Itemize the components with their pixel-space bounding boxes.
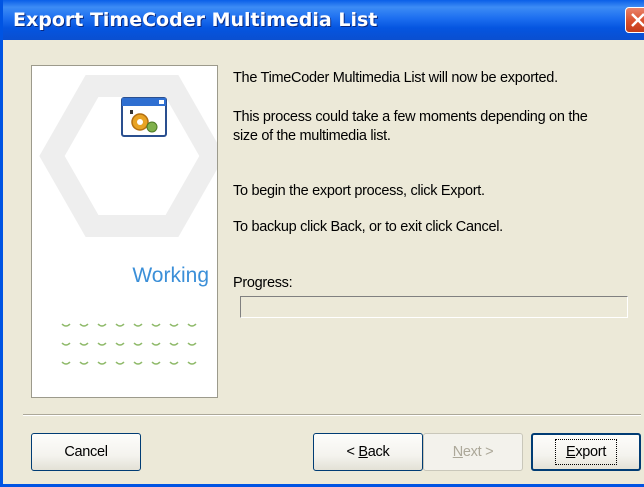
wizard-side-panel: Working	[31, 65, 218, 398]
process-text-line1: This process could take a few moments de…	[233, 109, 588, 125]
back-button-label: < Back	[346, 444, 390, 460]
export-dialog: Export TimeCoder Multimedia List Working	[0, 0, 644, 487]
begin-instruction-text: To begin the export process, click Expor…	[233, 183, 485, 199]
close-icon	[631, 13, 644, 27]
next-button[interactable]: Next >	[423, 433, 523, 471]
process-text-line2: size of the multimedia list.	[233, 128, 391, 144]
back-cancel-instruction-text: To backup click Back, or to exit click C…	[233, 219, 503, 235]
title-bar[interactable]: Export TimeCoder Multimedia List	[3, 0, 644, 40]
gear-window-icon	[121, 97, 167, 137]
close-button[interactable]	[625, 7, 644, 33]
export-button[interactable]: Export	[531, 433, 641, 471]
back-button[interactable]: < Back	[313, 433, 423, 471]
cancel-button-label: Cancel	[64, 444, 108, 460]
intro-text: The TimeCoder Multimedia List will now b…	[233, 70, 558, 86]
progress-bar	[240, 296, 628, 318]
next-button-label: Next >	[452, 444, 494, 460]
window-title: Export TimeCoder Multimedia List	[13, 9, 378, 31]
export-button-label: Export	[554, 439, 618, 465]
working-status-label: Working	[132, 264, 209, 287]
decorative-dots-icon	[61, 323, 197, 365]
button-separator	[23, 414, 641, 416]
progress-label: Progress:	[233, 275, 293, 291]
cancel-button[interactable]: Cancel	[31, 433, 141, 471]
